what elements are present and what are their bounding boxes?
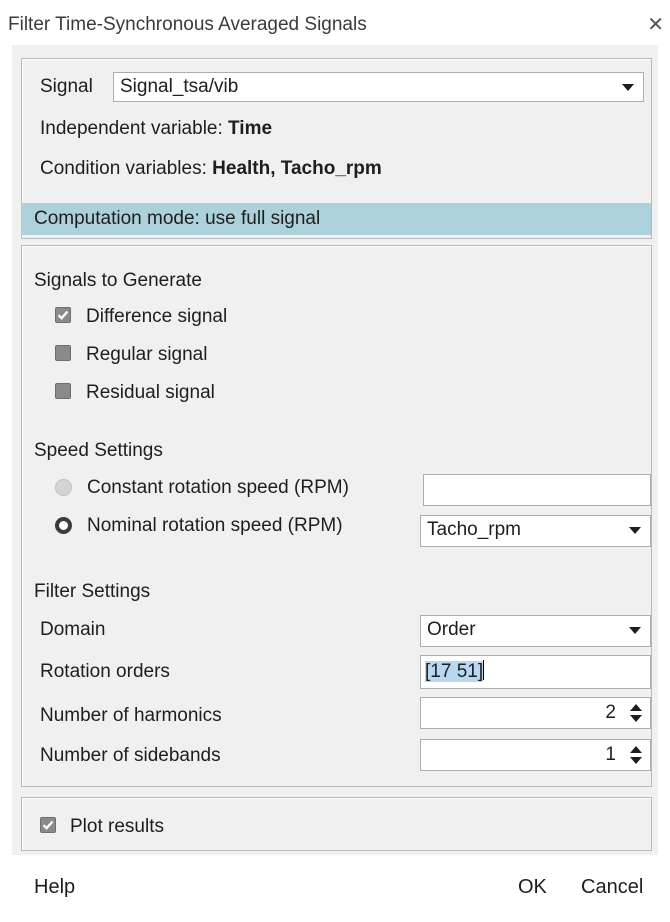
plot-results-checkbox[interactable] <box>40 817 56 833</box>
nominal-speed-value: Tacho_rpm <box>427 519 521 540</box>
condition-variables-label: Condition variables: Health, Tacho_rpm <box>40 158 382 180</box>
constant-speed-input[interactable] <box>423 474 651 506</box>
harmonics-value: 2 <box>605 702 616 723</box>
spinner-arrows-icon[interactable] <box>630 746 642 766</box>
cancel-button[interactable]: Cancel <box>581 876 643 899</box>
filter-settings-heading: Filter Settings <box>34 581 151 602</box>
independent-variable-caption: Independent variable: <box>40 118 223 139</box>
speed-settings-heading: Speed Settings <box>34 440 163 461</box>
signal-dropdown-value: Signal_tsa/vib <box>120 76 239 97</box>
harmonics-label: Number of harmonics <box>40 705 222 726</box>
rotation-orders-value: [17 51] <box>425 661 484 682</box>
independent-variable-label: Independent variable: Time <box>40 118 272 140</box>
rotation-orders-input[interactable]: [17 51] <box>420 655 651 689</box>
checkmark-icon <box>42 820 54 830</box>
title-bar: Filter Time-Synchronous Averaged Signals… <box>0 0 670 45</box>
signal-label: Signal <box>40 76 93 97</box>
window-title: Filter Time-Synchronous Averaged Signals <box>8 14 367 35</box>
chevron-down-icon <box>622 84 634 91</box>
nominal-speed-label[interactable]: Nominal rotation speed (RPM) <box>87 515 343 537</box>
condition-variables-value: Health, Tacho_rpm <box>212 158 382 179</box>
nominal-speed-dropdown[interactable]: Tacho_rpm <box>420 515 651 547</box>
computation-mode-text: Computation mode: use full signal <box>34 208 321 229</box>
signal-dropdown[interactable]: Signal_tsa/vib <box>113 72 644 102</box>
rotation-orders-label: Rotation orders <box>40 661 170 682</box>
nominal-speed-radio[interactable] <box>55 517 72 534</box>
sidebands-spinner[interactable]: 1 <box>420 739 651 771</box>
chevron-down-icon <box>629 527 641 534</box>
difference-signal-label[interactable]: Difference signal <box>86 306 227 328</box>
chevron-down-icon <box>629 627 641 634</box>
domain-label: Domain <box>40 619 106 640</box>
ok-button[interactable]: OK <box>518 876 547 899</box>
regular-signal-label[interactable]: Regular signal <box>86 344 207 366</box>
domain-value: Order <box>427 619 476 640</box>
sidebands-label: Number of sidebands <box>40 745 221 766</box>
independent-variable-value: Time <box>228 118 273 139</box>
condition-variables-caption: Condition variables: <box>40 158 207 179</box>
regular-signal-checkbox[interactable] <box>55 345 71 361</box>
close-icon[interactable]: ✕ <box>647 12 664 37</box>
residual-signal-label[interactable]: Residual signal <box>86 382 215 404</box>
signals-to-generate-heading: Signals to Generate <box>34 270 202 291</box>
residual-signal-checkbox[interactable] <box>55 383 71 399</box>
difference-signal-checkbox[interactable] <box>55 307 71 323</box>
plot-results-label[interactable]: Plot results <box>70 816 164 838</box>
help-button[interactable]: Help <box>34 876 75 899</box>
constant-speed-label: Constant rotation speed (RPM) <box>87 477 349 498</box>
sidebands-value: 1 <box>605 744 616 765</box>
domain-dropdown[interactable]: Order <box>420 615 651 647</box>
text-caret <box>483 660 485 680</box>
checkmark-icon <box>57 310 69 320</box>
harmonics-spinner[interactable]: 2 <box>420 697 651 729</box>
constant-speed-radio[interactable] <box>55 479 72 496</box>
spinner-arrows-icon[interactable] <box>630 704 642 724</box>
